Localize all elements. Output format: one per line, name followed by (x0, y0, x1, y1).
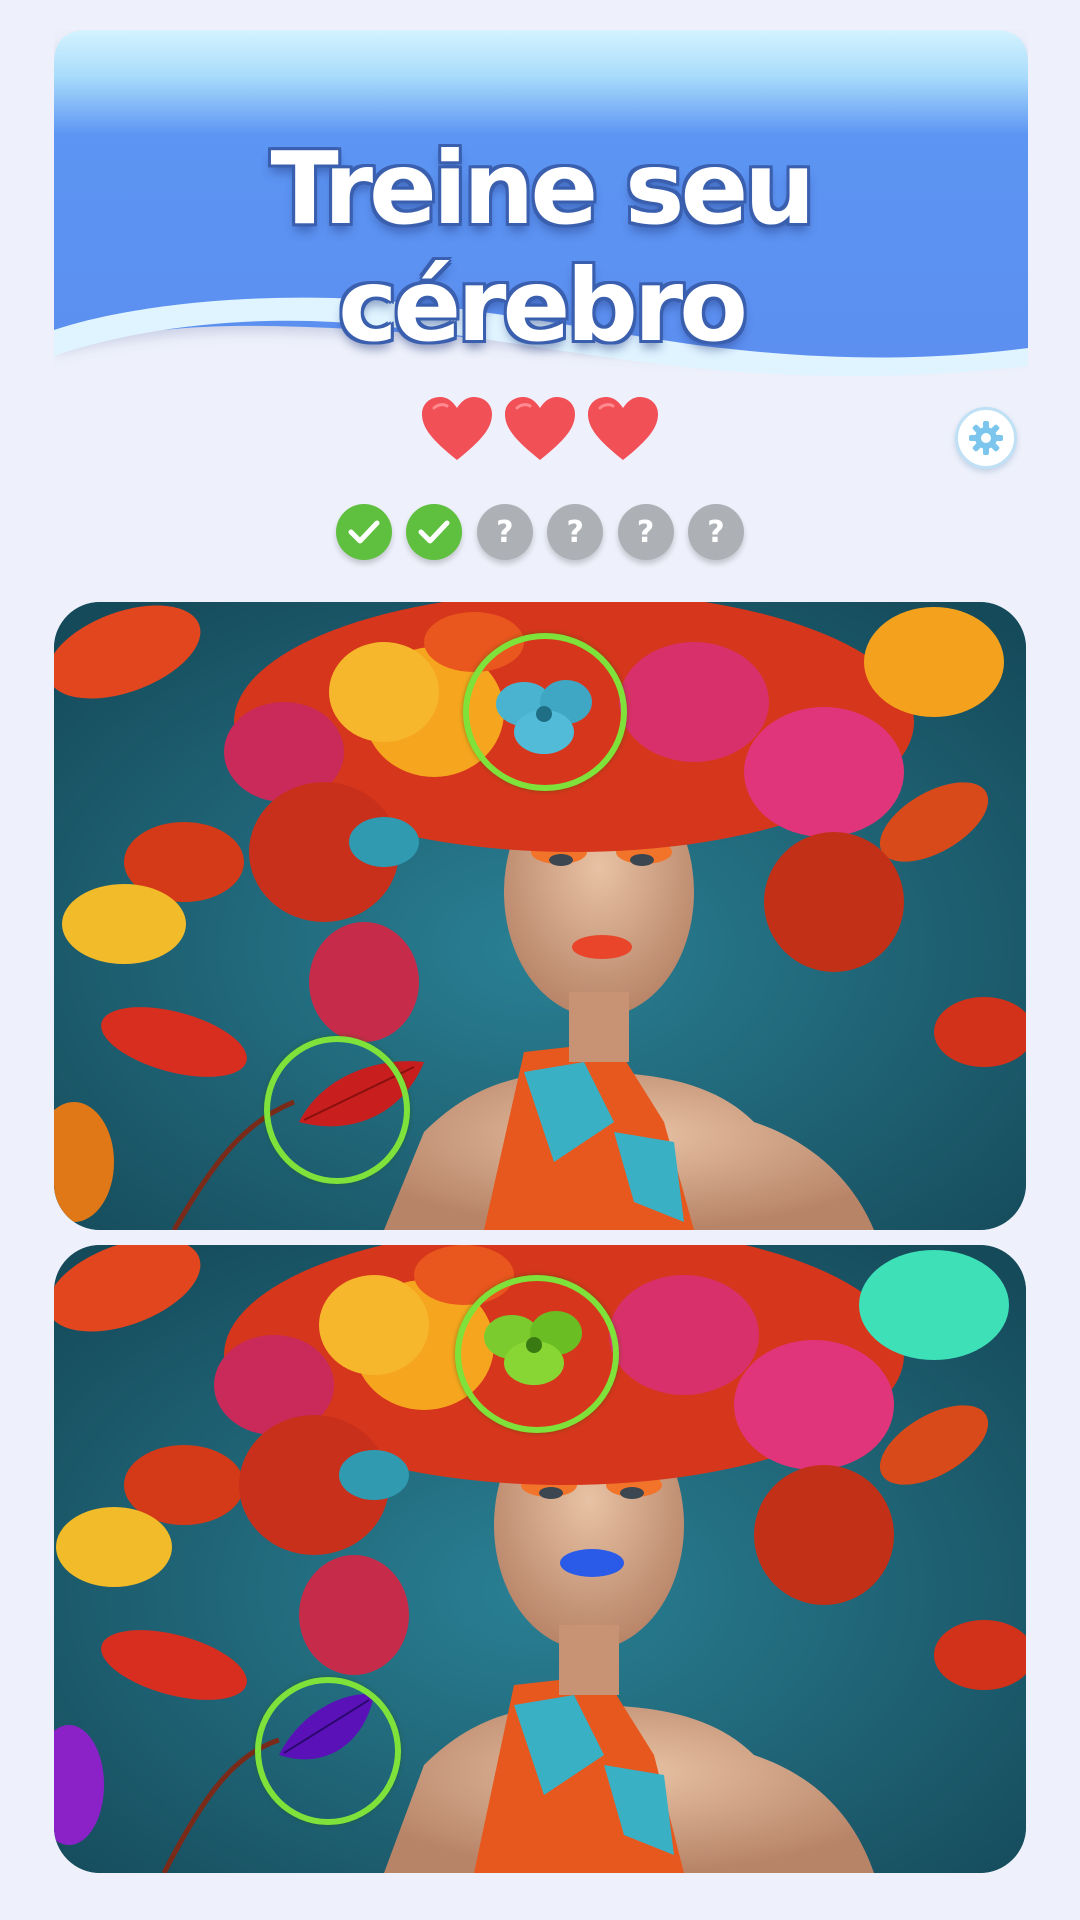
title-banner: Treine seu cérebro (54, 30, 1028, 380)
lives-hearts (420, 396, 660, 466)
check-icon (348, 520, 380, 544)
gear-icon (969, 421, 1003, 455)
differences-progress: ? ? ? ? (336, 504, 744, 564)
modified-image[interactable] (54, 1245, 1026, 1873)
original-image[interactable] (54, 602, 1026, 1230)
banner-title: Treine seu cérebro (270, 130, 815, 364)
pending-indicator: ? (687, 504, 744, 560)
found-indicator (406, 504, 463, 560)
found-marker (463, 633, 627, 791)
pending-indicator: ? (476, 504, 533, 560)
found-marker (264, 1036, 410, 1184)
pending-indicator: ? (547, 504, 604, 560)
found-marker (455, 1275, 619, 1433)
pending-indicator: ? (617, 504, 674, 560)
heart-icon (588, 397, 658, 460)
heart-icon (422, 397, 492, 460)
found-indicator (336, 504, 392, 560)
game-screen: Treine seu cérebro ? ? ? ? (0, 0, 1080, 1920)
found-marker (255, 1677, 401, 1825)
heart-icon (505, 397, 575, 460)
settings-button[interactable] (955, 407, 1017, 469)
check-icon (418, 520, 450, 544)
